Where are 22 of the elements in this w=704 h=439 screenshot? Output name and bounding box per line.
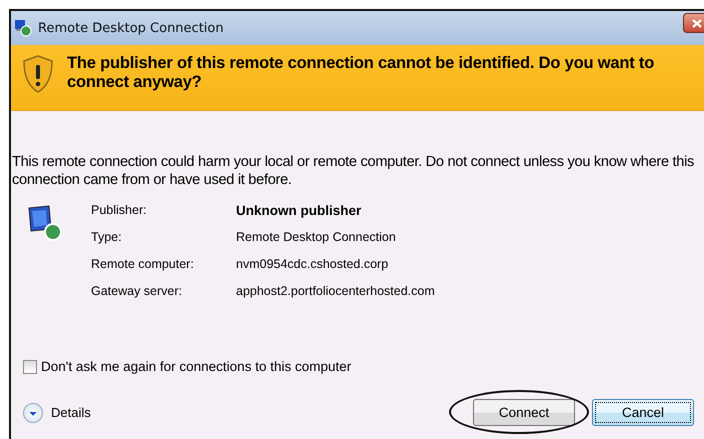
field-value: Unknown publisher [236,202,362,220]
field-value: Remote Desktop Connection [236,229,397,246]
remote-desktop-icon [14,19,32,37]
field-label: Remote computer: [91,256,195,273]
field-label: Publisher: [91,202,148,219]
warning-heading: The publisher of this remote connection cannot be identified. Do you want to connect anyway? [67,54,656,92]
expand-icon [23,402,43,422]
field-label: Gateway server: [91,283,184,300]
details-toggle[interactable]: Details [23,402,91,422]
checkbox-label[interactable]: Don't ask me again for connections to this computer [41,359,352,374]
computer-icon [27,204,63,240]
connect-button[interactable]: Connect [473,399,575,426]
shield-warning-icon [21,54,55,94]
window-title: Remote Desktop Connection [38,20,224,36]
field-value: apphost2.portfoliocenterhosted.com [236,283,436,300]
close-icon [692,18,702,28]
warning-message: This remote connection could harm your local or remote computer. Do not connect unless you know where this connection came from or have used it before. [12,153,696,189]
field-value: nvm0954cdc.cshosted.corp [236,256,390,273]
close-button[interactable] [683,13,704,33]
checkbox[interactable] [23,360,37,374]
cancel-button[interactable]: Cancel [592,399,694,426]
field-label: Type: [91,229,123,246]
